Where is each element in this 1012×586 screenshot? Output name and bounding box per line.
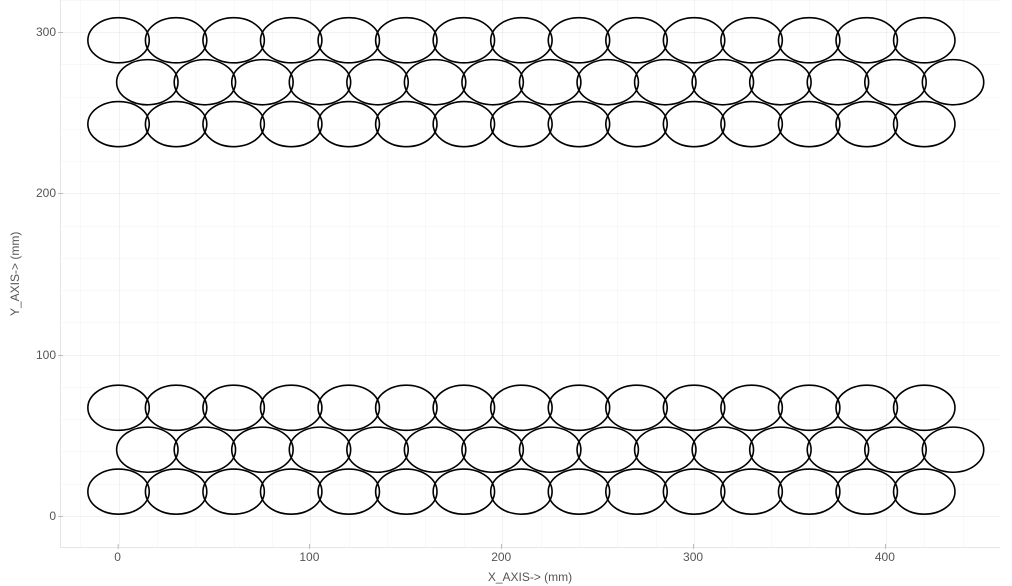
part-ellipse [289,427,350,472]
part-ellipse [376,469,437,514]
part-ellipse [721,18,782,63]
x-axis-label: X_AXIS-> (mm) [60,570,1000,584]
part-ellipse [922,60,983,105]
x-tick: 100 [299,550,319,564]
part-ellipse [807,60,868,105]
part-ellipse [721,469,782,514]
x-tick: 0 [114,550,121,564]
part-ellipse [606,385,667,430]
part-ellipse [404,60,465,105]
part-ellipse [145,469,206,514]
part-ellipse [750,60,811,105]
part-ellipse [117,60,178,105]
part-ellipse [606,102,667,147]
part-ellipse [232,60,293,105]
part-ellipse [232,427,293,472]
part-ellipse [721,102,782,147]
part-ellipse [577,427,638,472]
part-ellipse [261,385,322,430]
part-ellipse [836,385,897,430]
part-ellipse [261,18,322,63]
part-ellipse [606,469,667,514]
part-ellipse [692,427,753,472]
part-ellipse [145,385,206,430]
y-axis-label: Y_AXIS-> (mm) [8,0,22,548]
x-tick: 300 [683,550,703,564]
part-ellipse [174,60,235,105]
part-ellipse [865,60,926,105]
part-ellipse [807,427,868,472]
part-ellipse [347,60,408,105]
y-tick: 200 [36,186,56,200]
part-ellipse [836,469,897,514]
part-ellipse [347,427,408,472]
part-ellipse [174,427,235,472]
y-tick: 300 [36,25,56,39]
part-ellipse [865,427,926,472]
y-tick: 0 [49,509,56,523]
part-ellipse [750,427,811,472]
plot-area[interactable] [60,0,1000,548]
part-ellipse [491,469,552,514]
part-ellipse [376,18,437,63]
part-ellipse [519,60,580,105]
part-ellipse [692,60,753,105]
part-ellipse [491,385,552,430]
part-ellipse [117,427,178,472]
part-ellipse [635,427,696,472]
part-ellipse [491,102,552,147]
part-ellipse [261,102,322,147]
part-ellipse [836,102,897,147]
x-tick: 400 [875,550,895,564]
part-ellipse [404,427,465,472]
part-ellipse [577,60,638,105]
part-ellipse [519,427,580,472]
x-tick: 200 [491,550,511,564]
part-ellipse [721,385,782,430]
part-ellipse [836,18,897,63]
part-ellipse [462,60,523,105]
y-tick: 100 [36,348,56,362]
part-ellipse [145,102,206,147]
part-ellipse [635,60,696,105]
part-ellipse [289,60,350,105]
chart: 0 100 200 300 400 0 100 200 300 X_AXIS-> (mm) Y_… [0,0,1012,586]
part-ellipse [261,469,322,514]
part-ellipse [462,427,523,472]
part-ellipse [491,18,552,63]
part-ellipse [376,102,437,147]
part-ellipse [376,385,437,430]
part-ellipse [606,18,667,63]
part-ellipse [922,427,983,472]
part-ellipse [145,18,206,63]
